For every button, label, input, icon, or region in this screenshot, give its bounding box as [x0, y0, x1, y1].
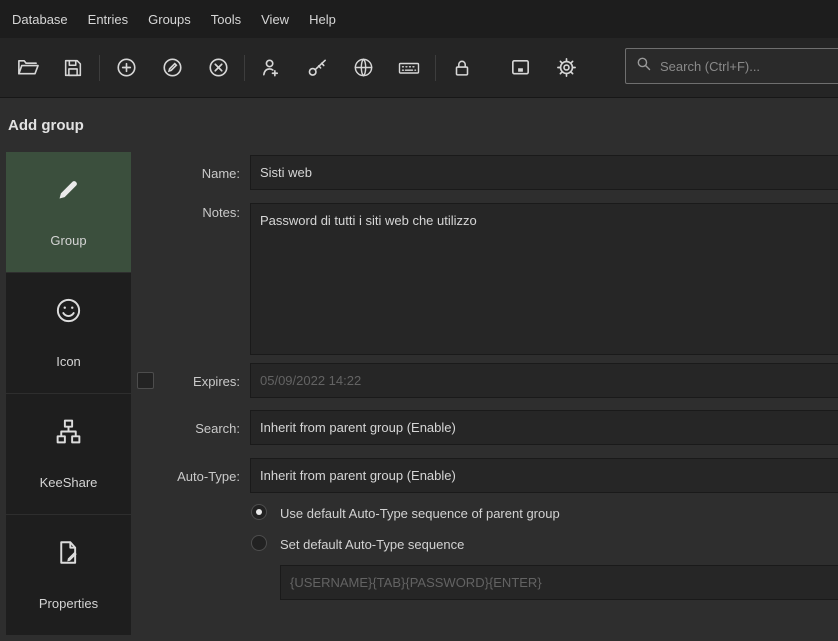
save-database-button[interactable]: [50, 46, 96, 90]
use-default-sequence-radio[interactable]: [251, 504, 267, 520]
document-edit-icon: [54, 538, 83, 572]
save-database-icon: [62, 57, 84, 79]
menubar: Database Entries Groups Tools View Help: [0, 0, 838, 38]
sidebar-item-label: Group: [50, 233, 86, 248]
expires-label: Expires:: [140, 374, 240, 389]
search-icon: [635, 55, 652, 77]
edit-group-sidebar: Group Icon KeeShare: [6, 152, 131, 635]
search-setting-label: Search:: [140, 421, 240, 436]
set-default-sequence-label: Set default Auto-Type sequence: [280, 537, 464, 552]
copy-username-button[interactable]: [248, 46, 294, 90]
notes-label: Notes:: [140, 205, 240, 220]
settings-button[interactable]: [543, 46, 589, 90]
add-entry-icon: [115, 56, 138, 79]
open-database-button[interactable]: [4, 46, 50, 90]
delete-entry-button[interactable]: [195, 46, 241, 90]
toolbar: [0, 38, 838, 98]
edit-entry-button[interactable]: [149, 46, 195, 90]
edit-entry-icon: [161, 56, 184, 79]
expires-datetime-field[interactable]: 05/09/2022 14:22: [250, 363, 838, 398]
lock-icon: [451, 57, 473, 79]
copy-password-button[interactable]: [294, 46, 340, 90]
share-hierarchy-icon: [54, 417, 83, 451]
sidebar-item-label: Icon: [56, 354, 81, 369]
toolbar-separator: [435, 55, 436, 81]
sidebar-item-group[interactable]: Group: [6, 152, 131, 272]
screenshot-icon: [509, 56, 532, 79]
menu-tools[interactable]: Tools: [201, 0, 251, 38]
perform-autotype-icon: [397, 56, 421, 80]
search-input[interactable]: [660, 59, 820, 74]
sidebar-item-icon[interactable]: Icon: [6, 273, 131, 393]
search-combobox[interactable]: Inherit from parent group (Enable): [250, 410, 838, 445]
autotype-combobox[interactable]: Inherit from parent group (Enable): [250, 458, 838, 493]
copy-password-icon: [306, 56, 329, 79]
name-label: Name:: [140, 166, 240, 181]
menu-database[interactable]: Database: [2, 0, 78, 38]
sidebar-item-label: KeeShare: [40, 475, 98, 490]
smiley-icon: [54, 296, 83, 330]
pencil-icon: [54, 175, 83, 209]
menu-help[interactable]: Help: [299, 0, 346, 38]
open-url-button[interactable]: [340, 46, 386, 90]
autotype-setting-label: Auto-Type:: [140, 469, 240, 484]
set-default-sequence-radio[interactable]: [251, 535, 267, 551]
menu-view[interactable]: View: [251, 0, 299, 38]
menu-entries[interactable]: Entries: [78, 0, 138, 38]
sidebar-item-keeshare[interactable]: KeeShare: [6, 394, 131, 514]
autotype-sequence-field[interactable]: {USERNAME}{TAB}{PASSWORD}{ENTER}: [280, 565, 838, 600]
keepassxc-window: { "colors": { "selected_sidebar_bg": "#3…: [0, 0, 838, 641]
copy-username-icon: [260, 56, 283, 79]
page-title: Add group: [8, 117, 84, 134]
name-input[interactable]: [250, 155, 838, 190]
menu-groups[interactable]: Groups: [138, 0, 201, 38]
perform-autotype-button[interactable]: [386, 46, 432, 90]
gear-icon: [555, 56, 578, 79]
sidebar-item-label: Properties: [39, 596, 98, 611]
toolbar-separator: [99, 55, 100, 81]
add-entry-button[interactable]: [103, 46, 149, 90]
open-url-icon: [352, 56, 375, 79]
open-database-icon: [16, 56, 39, 79]
notes-textarea[interactable]: Password di tutti i siti web che utilizz…: [250, 203, 838, 355]
lock-databases-button[interactable]: [439, 46, 485, 90]
search-box: [625, 48, 838, 84]
sidebar-item-properties[interactable]: Properties: [6, 515, 131, 635]
toolbar-separator: [244, 55, 245, 81]
use-default-sequence-label: Use default Auto-Type sequence of parent…: [280, 506, 560, 521]
delete-entry-icon: [207, 56, 230, 79]
screenshot-button[interactable]: [497, 46, 543, 90]
